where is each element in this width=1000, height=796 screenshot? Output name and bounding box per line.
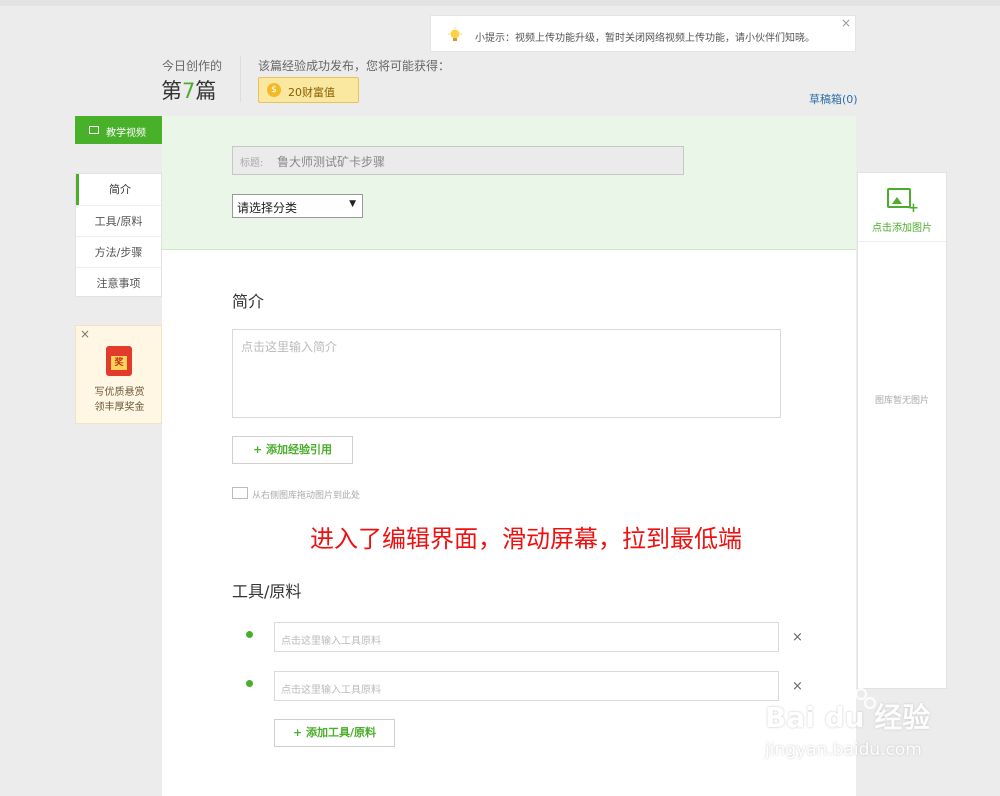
- remove-tool-1-close-icon[interactable]: ×: [792, 630, 803, 645]
- title-label: 标题:: [240, 158, 264, 169]
- today-prefix: 第: [161, 79, 182, 103]
- add-tool-button[interactable]: + 添加工具/原料: [274, 719, 395, 747]
- red-envelope-icon: 奖: [106, 346, 132, 376]
- watermark-brand: Bai du 经验: [765, 701, 931, 734]
- promo-badge: 奖: [111, 356, 127, 370]
- editor-header: 标题: 鲁大师测试矿卡步骤 请选择分类 ▼: [162, 116, 856, 250]
- bulb-icon: [448, 27, 462, 41]
- remove-tool-2-close-icon[interactable]: ×: [792, 679, 803, 694]
- divider: [240, 56, 241, 102]
- intro-heading: 简介: [232, 292, 265, 311]
- tool-input-2[interactable]: 点击这里输入工具原料: [274, 671, 779, 701]
- today-suffix: 篇: [195, 79, 217, 103]
- tool-placeholder-2: 点击这里输入工具原料: [281, 685, 381, 696]
- promo-line-1: 写优质悬赏: [94, 387, 145, 398]
- title-input[interactable]: 标题: 鲁大师测试矿卡步骤: [232, 146, 684, 175]
- watermark-url: jingyan.baidu.com: [765, 740, 922, 760]
- reward-badge: $ 20财富值: [258, 77, 359, 103]
- tools-heading: 工具/原料: [232, 582, 302, 601]
- add-image-label: 点击添加图片: [872, 223, 932, 234]
- drag-hint: 从右侧图库拖动图片到此处: [232, 487, 360, 501]
- category-select[interactable]: 请选择分类 ▼: [232, 194, 363, 218]
- image-gallery: + 点击添加图片 图库暂无图片: [857, 172, 947, 689]
- video-tab-label: 教学视频: [106, 128, 146, 139]
- promo-close-icon[interactable]: ×: [80, 327, 90, 341]
- image-icon: [232, 487, 248, 499]
- top-strip: [0, 0, 1000, 6]
- chevron-down-icon: ▼: [349, 199, 356, 209]
- bullet-dot-icon: [246, 631, 253, 638]
- annotation-text: 进入了编辑界面，滑动屏幕，拉到最低端: [310, 525, 742, 553]
- add-image-button[interactable]: + 点击添加图片: [858, 173, 946, 242]
- promo-line-2: 领丰厚奖金: [94, 402, 145, 413]
- publish-note: 该篇经验成功发布，您将可能获得：: [258, 59, 451, 73]
- tool-placeholder-1: 点击这里输入工具原料: [281, 636, 381, 647]
- intro-textarea[interactable]: 点击这里输入简介: [232, 329, 781, 418]
- tip-close-icon[interactable]: ×: [841, 16, 851, 30]
- drafts-link[interactable]: 草稿箱(0): [809, 91, 858, 107]
- intro-placeholder: 点击这里输入简介: [241, 340, 338, 354]
- today-label: 今日创作的: [162, 59, 223, 73]
- gallery-empty: 图库暂无图片: [874, 396, 929, 406]
- nav-item-steps[interactable]: 方法/步骤: [76, 236, 161, 267]
- nav-item-intro[interactable]: 简介: [76, 174, 161, 205]
- category-value: 请选择分类: [237, 201, 298, 215]
- section-nav: 简介 工具/原料 方法/步骤 注意事项: [75, 173, 162, 297]
- coin-icon: $: [267, 83, 281, 97]
- video-tab[interactable]: 教学视频: [75, 116, 162, 144]
- tip-text: 小提示：视频上传功能升级，暂时关闭网络视频上传功能，请小伙伴们知晓。: [475, 33, 815, 44]
- nav-item-notes[interactable]: 注意事项: [76, 267, 161, 298]
- tool-input-1[interactable]: 点击这里输入工具原料: [274, 622, 779, 652]
- bounty-promo[interactable]: × 奖 写优质悬赏 领丰厚奖金: [75, 325, 162, 424]
- title-value: 鲁大师测试矿卡步骤: [277, 155, 386, 169]
- editor-panel: 标题: 鲁大师测试矿卡步骤 请选择分类 ▼ 简介 点击这里输入简介 + 添加经验…: [162, 116, 856, 796]
- bullet-dot-icon: [246, 680, 253, 687]
- nav-item-tools[interactable]: 工具/原料: [76, 205, 161, 236]
- tip-banner: 小提示：视频上传功能升级，暂时关闭网络视频上传功能，请小伙伴们知晓。 ×: [430, 15, 856, 52]
- today-count: 第7篇: [161, 75, 216, 105]
- video-icon: [89, 126, 99, 134]
- plus-icon: +: [908, 201, 919, 216]
- today-number: 7: [182, 79, 196, 103]
- add-reference-button[interactable]: + 添加经验引用: [232, 436, 353, 464]
- drag-hint-text: 从右侧图库拖动图片到此处: [252, 491, 361, 501]
- reward-text: 20财富值: [288, 86, 335, 99]
